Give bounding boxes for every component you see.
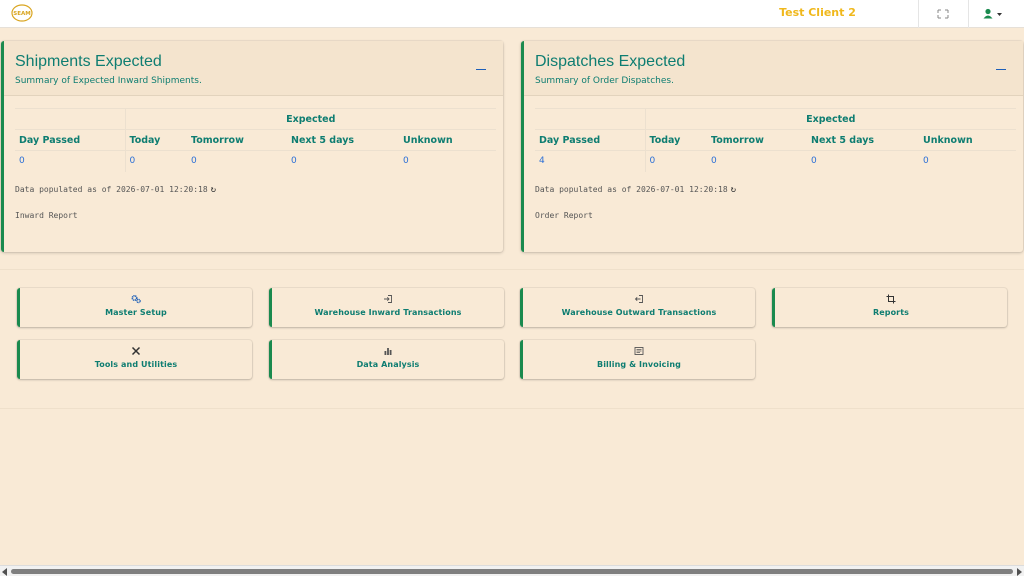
table-row: 0 0 0 0 0	[15, 150, 496, 172]
tile-label: Warehouse Inward Transactions	[314, 308, 462, 317]
tile-label: Warehouse Outward Transactions	[561, 308, 717, 317]
column-header-unknown: Unknown	[919, 129, 1016, 151]
data-populated-text: Data populated as of 2026-07-01 12:20:18…	[15, 185, 216, 195]
collapse-button[interactable]	[476, 63, 486, 73]
tile-label: Data Analysis	[356, 360, 420, 369]
table-header-blank	[15, 108, 126, 130]
column-header-today: Today	[125, 129, 187, 151]
scroll-left-arrow-icon[interactable]	[2, 568, 7, 576]
bar-chart-icon	[384, 348, 392, 355]
column-header-next-5-days: Next 5 days	[807, 129, 919, 151]
tile-label: Master Setup	[105, 308, 167, 317]
card-title: Dispatches Expected	[535, 53, 686, 70]
tile-label: Reports	[872, 308, 910, 317]
shipments-expected-card: Shipments Expected Summary of Expected I…	[1, 41, 503, 252]
crop-icon	[886, 294, 896, 304]
scroll-right-arrow-icon[interactable]	[1017, 568, 1022, 576]
shipments-table: Expected Day Passed Today Tomorrow Next …	[15, 108, 496, 172]
column-header-tomorrow: Tomorrow	[187, 129, 287, 151]
card-title: Shipments Expected	[15, 53, 162, 70]
order-report-link[interactable]: Order Report	[535, 211, 593, 220]
invoice-icon	[634, 347, 644, 355]
section-divider	[0, 269, 1024, 270]
card-header: Shipments Expected Summary of Expected I…	[4, 41, 503, 96]
collapse-button[interactable]	[996, 63, 1006, 73]
value-today[interactable]: 0	[645, 150, 707, 172]
navbar-divider	[918, 0, 919, 28]
seam-logo[interactable]: SEAM	[11, 4, 33, 22]
populated-label: Data populated as of 2026-07-01 12:20:18	[15, 185, 208, 194]
value-day-passed[interactable]: 0	[15, 150, 126, 172]
module-reports[interactable]: Reports	[772, 288, 1007, 327]
value-next-5-days[interactable]: 0	[287, 150, 399, 172]
column-header-next-5-days: Next 5 days	[287, 129, 399, 151]
module-warehouse-inward[interactable]: Warehouse Inward Transactions	[269, 288, 504, 327]
sign-out-icon	[634, 295, 643, 303]
card-header: Dispatches Expected Summary of Order Dis…	[524, 41, 1023, 96]
data-populated-text: Data populated as of 2026-07-01 12:20:18…	[535, 185, 736, 195]
tools-icon	[131, 346, 141, 356]
svg-text:SEAM: SEAM	[13, 11, 30, 17]
card-subtitle: Summary of Expected Inward Shipments.	[15, 76, 202, 86]
tile-label: Tools and Utilities	[94, 360, 178, 369]
horizontal-scrollbar[interactable]	[0, 565, 1024, 576]
module-billing-invoicing[interactable]: Billing & Invoicing	[520, 340, 755, 379]
expand-icon[interactable]	[934, 6, 952, 22]
user-icon	[983, 8, 993, 19]
column-header-tomorrow: Tomorrow	[707, 129, 807, 151]
value-tomorrow[interactable]: 0	[187, 150, 287, 172]
inward-report-link[interactable]: Inward Report	[15, 211, 78, 220]
module-tools-utilities[interactable]: Tools and Utilities	[17, 340, 252, 379]
card-subtitle: Summary of Order Dispatches.	[535, 76, 674, 86]
tile-label: Billing & Invoicing	[597, 360, 681, 369]
sign-in-icon	[384, 295, 392, 303]
module-warehouse-outward[interactable]: Warehouse Outward Transactions	[520, 288, 755, 327]
module-master-setup[interactable]: Master Setup	[17, 288, 252, 327]
navbar-divider	[968, 0, 969, 28]
value-day-passed[interactable]: 4	[535, 150, 646, 172]
dispatches-table: Expected Day Passed Today Tomorrow Next …	[535, 108, 1016, 172]
table-row: 4 0 0 0 0	[535, 150, 1016, 172]
value-unknown[interactable]: 0	[399, 150, 496, 172]
column-header-today: Today	[645, 129, 707, 151]
module-data-analysis[interactable]: Data Analysis	[269, 340, 504, 379]
value-tomorrow[interactable]: 0	[707, 150, 807, 172]
caret-down-icon	[997, 13, 1002, 16]
section-divider	[0, 408, 1024, 409]
column-header-day-passed: Day Passed	[15, 129, 126, 151]
refresh-icon[interactable]: ↻	[211, 185, 216, 195]
populated-label: Data populated as of 2026-07-01 12:20:18	[535, 185, 728, 194]
value-unknown[interactable]: 0	[919, 150, 1016, 172]
value-today[interactable]: 0	[125, 150, 187, 172]
value-next-5-days[interactable]: 0	[807, 150, 919, 172]
refresh-icon[interactable]: ↻	[731, 185, 736, 195]
cogs-icon	[131, 294, 141, 304]
column-header-unknown: Unknown	[399, 129, 496, 151]
table-row: Day Passed Today Tomorrow Next 5 days Un…	[15, 129, 496, 151]
top-navbar: SEAM Test Client 2	[0, 0, 1024, 28]
dispatches-expected-card: Dispatches Expected Summary of Order Dis…	[521, 41, 1023, 252]
scrollbar-thumb[interactable]	[11, 569, 1013, 574]
table-group-header: Expected	[645, 108, 1016, 130]
table-header-blank	[535, 108, 646, 130]
table-group-header: Expected	[125, 108, 496, 130]
client-name[interactable]: Test Client 2	[760, 6, 875, 19]
user-menu-button[interactable]	[980, 6, 1006, 22]
column-header-day-passed: Day Passed	[535, 129, 646, 151]
table-row: Day Passed Today Tomorrow Next 5 days Un…	[535, 129, 1016, 151]
